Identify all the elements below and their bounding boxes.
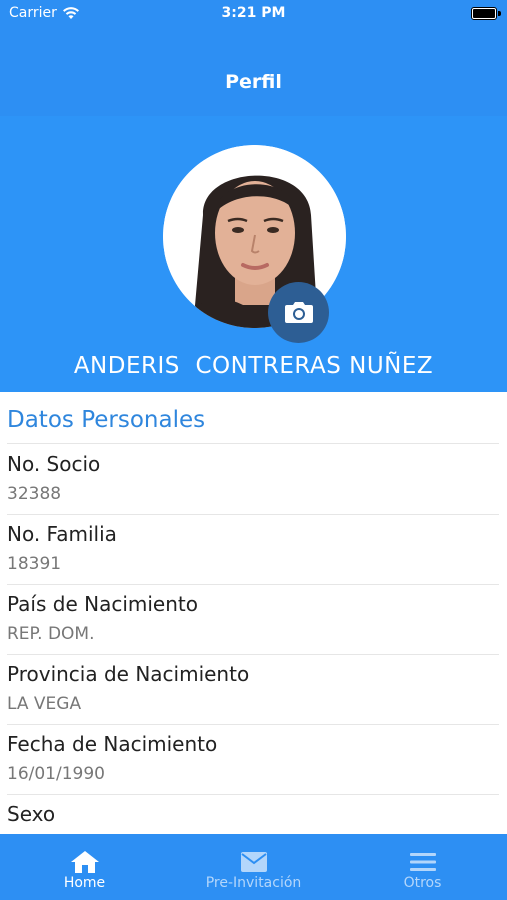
status-bar: Carrier 3:21 PM bbox=[0, 0, 507, 28]
field-label: Provincia de Nacimiento bbox=[7, 662, 250, 686]
field-no-socio: No. Socio 32388 bbox=[7, 444, 499, 514]
field-label: País de Nacimiento bbox=[7, 592, 198, 616]
field-value: LA VEGA bbox=[7, 694, 82, 714]
menu-icon bbox=[409, 853, 436, 871]
field-label: No. Familia bbox=[7, 522, 117, 546]
navigation-bar: Perfil bbox=[0, 28, 507, 116]
field-value: 16/01/1990 bbox=[7, 764, 105, 784]
battery-icon bbox=[471, 7, 497, 20]
battery-cap bbox=[498, 11, 501, 16]
profile-full-name: ANDERIS CONTRERAS NUÑEZ bbox=[73, 353, 434, 379]
tab-home[interactable]: Home bbox=[0, 834, 169, 900]
field-fecha-nacimiento: Fecha de Nacimiento 16/01/1990 bbox=[7, 724, 499, 794]
home-icon bbox=[70, 851, 99, 873]
field-provincia-nacimiento: Provincia de Nacimiento LA VEGA bbox=[7, 654, 499, 724]
tab-bar: Home Pre-Invitación Otros bbox=[0, 834, 507, 900]
change-photo-button[interactable] bbox=[268, 282, 329, 343]
field-no-familia: No. Familia 18391 bbox=[7, 514, 499, 584]
field-value: REP. DOM. bbox=[7, 624, 95, 644]
profile-header: ANDERIS CONTRERAS NUÑEZ bbox=[0, 116, 507, 392]
tab-otros[interactable]: Otros bbox=[338, 834, 507, 900]
tab-label: Pre-Invitación bbox=[205, 875, 302, 891]
field-label: Fecha de Nacimiento bbox=[7, 732, 218, 756]
field-pais-nacimiento: País de Nacimiento REP. DOM. bbox=[7, 584, 499, 654]
field-value: 32388 bbox=[7, 484, 62, 504]
tab-label: Home bbox=[63, 875, 106, 891]
camera-icon bbox=[285, 302, 313, 323]
field-label: Sexo bbox=[7, 802, 56, 826]
section-title: Datos Personales bbox=[7, 407, 206, 433]
tab-pre-invitacion[interactable]: Pre-Invitación bbox=[169, 834, 338, 900]
mail-icon bbox=[240, 852, 267, 872]
status-time: 3:21 PM bbox=[221, 5, 286, 21]
field-label: No. Socio bbox=[7, 452, 101, 476]
page-title: Perfil bbox=[225, 71, 282, 93]
tab-label: Otros bbox=[403, 875, 442, 891]
field-value: 18391 bbox=[7, 554, 62, 574]
